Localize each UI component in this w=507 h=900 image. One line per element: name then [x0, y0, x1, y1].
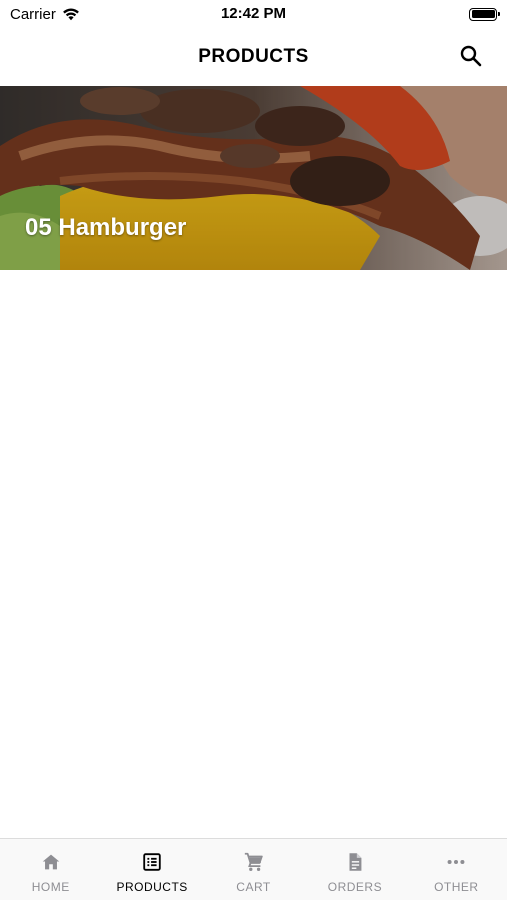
document-icon	[349, 853, 362, 871]
tab-bar: HOME PRODUCTS CART ORDERS OTHER	[0, 838, 507, 900]
product-name: 05 Hamburger	[25, 214, 187, 241]
app-screen: Carrier 12:42 PM PRODUCTS 05 Hamburger H…	[0, 0, 507, 900]
battery-fill	[471, 10, 495, 18]
list-icon	[143, 853, 161, 871]
header: PRODUCTS	[0, 28, 507, 85]
tab-products-label: PRODUCTS	[116, 880, 188, 894]
tab-other-label: OTHER	[434, 880, 479, 894]
status-bar: Carrier 12:42 PM	[0, 0, 507, 28]
tab-orders-label: ORDERS	[327, 880, 383, 894]
tab-cart[interactable]: CART	[203, 839, 304, 900]
tab-orders[interactable]: ORDERS	[304, 839, 405, 900]
tab-other[interactable]: OTHER	[406, 839, 507, 900]
wifi-icon	[62, 8, 79, 21]
carrier-label: Carrier	[10, 5, 56, 23]
product-card[interactable]: 05 Hamburger	[0, 86, 507, 270]
tab-products[interactable]: PRODUCTS	[101, 839, 202, 900]
page-title: PRODUCTS	[198, 45, 309, 67]
cart-icon	[244, 852, 263, 871]
tab-cart-label: CART	[236, 880, 271, 894]
tab-home-label: HOME	[31, 880, 70, 894]
battery-icon	[469, 7, 500, 21]
home-icon	[42, 854, 59, 870]
image-overlay	[0, 86, 507, 270]
search-icon[interactable]	[459, 44, 483, 68]
tab-home[interactable]: HOME	[0, 839, 101, 900]
more-icon	[447, 859, 465, 865]
status-left: Carrier	[10, 6, 80, 23]
